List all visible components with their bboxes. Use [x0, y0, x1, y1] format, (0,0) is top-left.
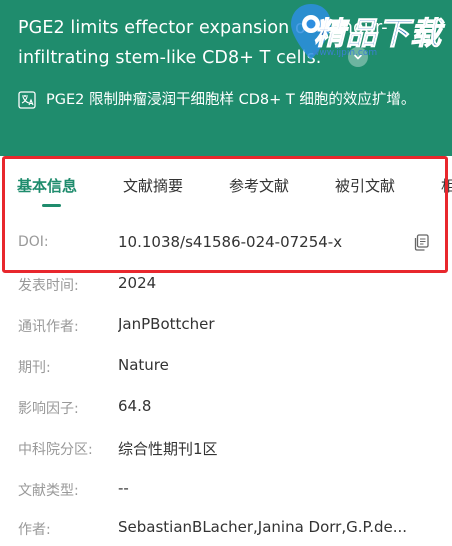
- watermark-url: www.ijpin.com: [312, 48, 378, 58]
- info-row-cas: 中科院分区: 综合性期刊1区: [0, 439, 452, 479]
- corresponding-author-label: 通讯作者:: [18, 319, 79, 335]
- info-row-date: 发表时间: 2024: [0, 274, 452, 315]
- info-row-impact: 影响因子: 64.8: [0, 397, 452, 438]
- impact-factor-label: 影响因子:: [18, 401, 79, 417]
- info-row-authors: 作者: SebastianBLacher,Janina Dorr,G.P.de.…: [0, 518, 452, 546]
- info-row-journal: 期刊: Nature: [0, 356, 452, 397]
- authors-value[interactable]: SebastianBLacher,Janina Dorr,G.P.de...: [118, 518, 430, 536]
- copy-icon[interactable]: [413, 234, 429, 251]
- doi-label: DOI:: [18, 234, 49, 250]
- info-row-corresponding: 通讯作者: JanPBottcher: [0, 315, 452, 356]
- title-translation: PGE2 限制肿瘤浸润干细胞样 CD8+ T 细胞的效应扩增。: [46, 92, 416, 108]
- corresponding-author-value[interactable]: JanPBottcher: [118, 315, 430, 333]
- tab-references[interactable]: 参考文献: [229, 175, 289, 196]
- tab-related[interactable]: 相: [441, 175, 452, 196]
- date-label: 发表时间:: [18, 278, 79, 294]
- tab-basic-info[interactable]: 基本信息: [17, 175, 77, 196]
- active-tab-indicator: [42, 204, 61, 207]
- journal-value[interactable]: Nature: [118, 356, 430, 374]
- info-row-doi: DOI: 10.1038/s41586-024-07254-x: [0, 233, 452, 274]
- watermark: 精品下载 www.ijpin.com: [288, 2, 452, 62]
- tab-bar: 基本信息 文献摘要 参考文献 被引文献 相: [0, 156, 452, 212]
- article-header: PGE2 limits effector expansion of tumour…: [0, 0, 452, 156]
- translate-icon: [18, 91, 36, 109]
- journal-label: 期刊:: [18, 360, 51, 376]
- doc-type-value: --: [118, 479, 129, 497]
- date-value: 2024: [118, 274, 157, 292]
- doc-type-label: 文献类型:: [18, 483, 79, 499]
- cas-partition-value: 综合性期刊1区: [118, 440, 218, 458]
- info-row-type: 文献类型: --: [0, 479, 452, 520]
- tab-cited-by[interactable]: 被引文献: [335, 175, 395, 196]
- authors-label: 作者:: [18, 522, 51, 538]
- cas-partition-label: 中科院分区:: [18, 442, 93, 458]
- impact-factor-value: 64.8: [118, 397, 152, 415]
- watermark-text: 精品下载: [314, 16, 442, 53]
- tab-abstract[interactable]: 文献摘要: [123, 175, 183, 196]
- doi-value: 10.1038/s41586-024-07254-x: [118, 233, 343, 251]
